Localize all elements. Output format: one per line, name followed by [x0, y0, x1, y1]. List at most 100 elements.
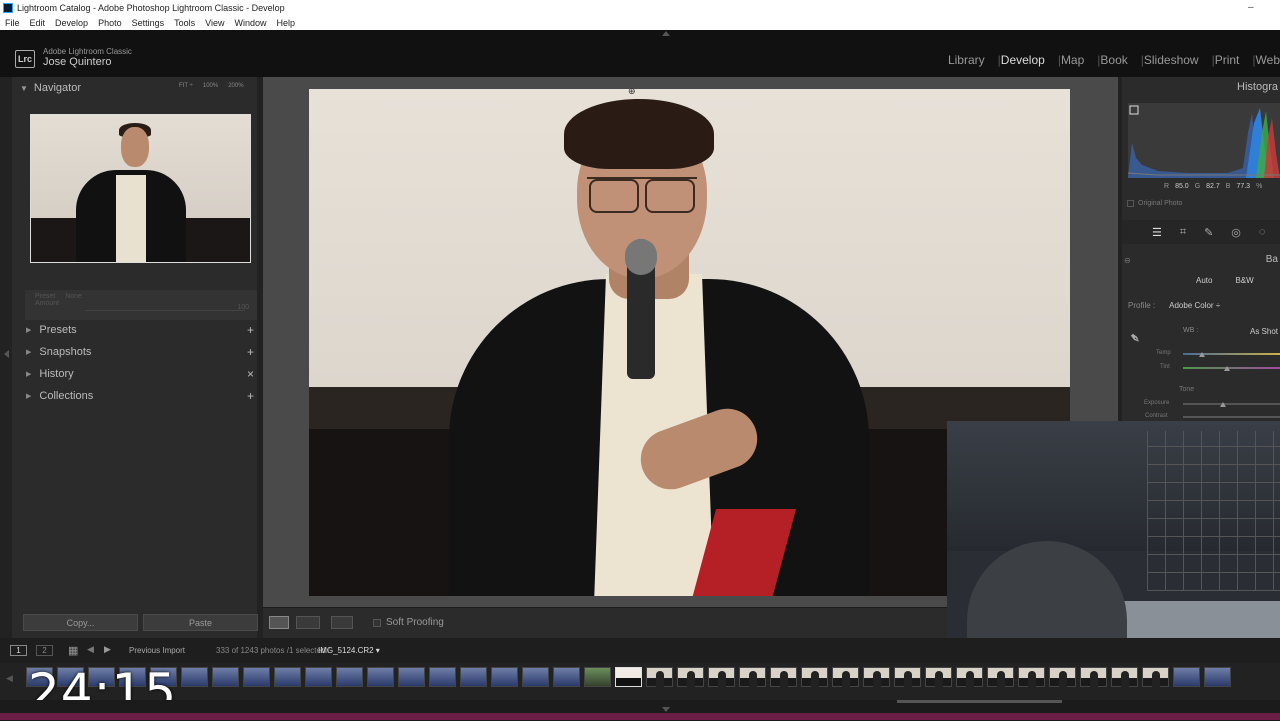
preset-value[interactable]: None — [65, 293, 82, 300]
film-thumbnail[interactable] — [243, 667, 270, 687]
collapse-filmstrip-icon[interactable] — [662, 707, 670, 712]
film-thumbnail[interactable] — [832, 667, 859, 687]
zoom-200[interactable]: 200% — [228, 83, 243, 89]
original-photo-checkbox[interactable] — [1127, 200, 1134, 207]
collections-panel-header[interactable]: ▶ Collections + — [25, 388, 257, 404]
navigator-preview[interactable] — [30, 114, 251, 263]
film-thumbnail[interactable] — [1049, 667, 1076, 687]
red-eye-icon[interactable]: ◎ — [1231, 226, 1241, 239]
contrast-slider[interactable] — [1183, 416, 1280, 418]
minimize-icon[interactable]: – — [1248, 0, 1254, 15]
soft-proofing-toggle[interactable]: Soft Proofing — [373, 617, 444, 628]
amount-slider[interactable] — [85, 310, 245, 311]
film-thumbnail[interactable] — [367, 667, 394, 687]
menu-develop[interactable]: Develop — [55, 18, 88, 28]
zoom-100[interactable]: 100% — [203, 83, 218, 89]
wb-dropdown[interactable]: As Shot — [1250, 327, 1278, 336]
healing-icon[interactable]: ✎ — [1204, 226, 1213, 239]
masking-icon[interactable]: ◌ — [1259, 226, 1266, 238]
add-snapshot-icon[interactable]: + — [247, 345, 254, 359]
film-thumbnail[interactable] — [584, 667, 611, 687]
module-print[interactable]: Print — [1215, 53, 1240, 69]
history-panel-header[interactable]: ▶ History × — [25, 366, 257, 382]
film-thumbnail[interactable] — [1173, 667, 1200, 687]
film-thumbnail[interactable] — [987, 667, 1014, 687]
histogram-title[interactable]: Histogra — [1237, 81, 1278, 93]
before-after-toggle-icon[interactable] — [331, 616, 353, 629]
loupe-view-icon[interactable] — [269, 616, 289, 629]
film-thumbnail[interactable] — [212, 667, 239, 687]
film-thumbnail[interactable] — [925, 667, 952, 687]
film-thumbnail[interactable] — [863, 667, 890, 687]
menu-window[interactable]: Window — [235, 18, 267, 28]
film-thumbnail[interactable] — [460, 667, 487, 687]
film-thumbnail[interactable] — [1142, 667, 1169, 687]
module-library[interactable]: Library — [948, 53, 985, 69]
film-thumbnail[interactable] — [1204, 667, 1231, 687]
clear-history-icon[interactable]: × — [247, 367, 254, 381]
grid-view-icon[interactable]: ▦ — [68, 644, 78, 657]
film-thumbnail-selected[interactable] — [615, 667, 642, 687]
film-thumbnail[interactable] — [770, 667, 797, 687]
forward-arrow-icon[interactable]: ▶ — [104, 644, 111, 655]
film-thumbnail[interactable] — [336, 667, 363, 687]
module-web[interactable]: Web — [1256, 53, 1280, 69]
film-thumbnail[interactable] — [708, 667, 735, 687]
back-arrow-icon[interactable]: ◀ — [87, 644, 94, 655]
edit-sliders-icon[interactable]: ☰ — [1152, 226, 1162, 239]
tint-slider-thumb[interactable] — [1224, 366, 1230, 371]
menu-edit[interactable]: Edit — [30, 18, 46, 28]
menu-settings[interactable]: Settings — [132, 18, 165, 28]
paste-button[interactable]: Paste — [143, 614, 258, 631]
add-preset-icon[interactable]: + — [247, 323, 254, 337]
menu-view[interactable]: View — [205, 18, 224, 28]
filmstrip-scroll-left-icon[interactable]: ◀ — [6, 673, 13, 684]
temp-slider-thumb[interactable] — [1199, 352, 1205, 357]
film-thumbnail[interactable] — [429, 667, 456, 687]
soft-proofing-checkbox[interactable] — [373, 618, 381, 627]
crop-icon[interactable]: ⌗ — [1180, 226, 1186, 239]
auto-button[interactable]: Auto — [1196, 276, 1212, 285]
filmstrip-filename[interactable]: IMG_5124.CR2 ▾ — [318, 646, 380, 655]
profile-dropdown[interactable]: Adobe Color ÷ — [1169, 301, 1220, 310]
menu-photo[interactable]: Photo — [98, 18, 122, 28]
film-thumbnail[interactable] — [1080, 667, 1107, 687]
collapse-top-panel-icon[interactable] — [662, 31, 670, 36]
collapse-left-panel-icon[interactable] — [4, 350, 9, 358]
presets-panel-header[interactable]: ▶ Presets + — [25, 322, 257, 338]
tint-slider[interactable] — [1183, 367, 1280, 369]
module-develop[interactable]: Develop — [1001, 53, 1045, 69]
film-thumbnail[interactable] — [522, 667, 549, 687]
original-photo-toggle[interactable]: Original Photo — [1127, 200, 1182, 207]
primary-window-button[interactable]: 1 — [10, 645, 27, 656]
menu-tools[interactable]: Tools — [174, 18, 195, 28]
module-map[interactable]: Map — [1061, 53, 1084, 69]
film-thumbnail[interactable] — [677, 667, 704, 687]
secondary-window-button[interactable]: 2 — [36, 645, 53, 656]
film-thumbnail[interactable] — [181, 667, 208, 687]
before-after-view-icon[interactable] — [296, 616, 320, 629]
film-thumbnail[interactable] — [646, 667, 673, 687]
film-thumbnail[interactable] — [894, 667, 921, 687]
snapshots-panel-header[interactable]: ▶ Snapshots + — [25, 344, 257, 360]
bw-button[interactable]: B&W — [1235, 276, 1253, 285]
menu-file[interactable]: File — [5, 18, 20, 28]
film-thumbnail[interactable] — [1111, 667, 1138, 687]
module-book[interactable]: Book — [1100, 53, 1127, 69]
temp-slider[interactable] — [1183, 353, 1280, 355]
film-thumbnail[interactable] — [491, 667, 518, 687]
exposure-slider[interactable] — [1183, 403, 1280, 405]
film-thumbnail[interactable] — [739, 667, 766, 687]
film-thumbnail[interactable] — [553, 667, 580, 687]
film-thumbnail[interactable] — [305, 667, 332, 687]
film-thumbnail[interactable] — [1018, 667, 1045, 687]
zoom-fit[interactable]: FIT ÷ — [179, 83, 193, 89]
menu-help[interactable]: Help — [277, 18, 296, 28]
copy-button[interactable]: Copy... — [23, 614, 138, 631]
filmstrip-source[interactable]: Previous Import — [129, 646, 185, 655]
filmstrip-scroll-thumb[interactable] — [897, 700, 1062, 703]
film-thumbnail[interactable] — [398, 667, 425, 687]
basic-panel-title[interactable]: Ba — [1266, 254, 1278, 265]
film-thumbnail[interactable] — [956, 667, 983, 687]
module-slideshow[interactable]: Slideshow — [1144, 53, 1199, 69]
